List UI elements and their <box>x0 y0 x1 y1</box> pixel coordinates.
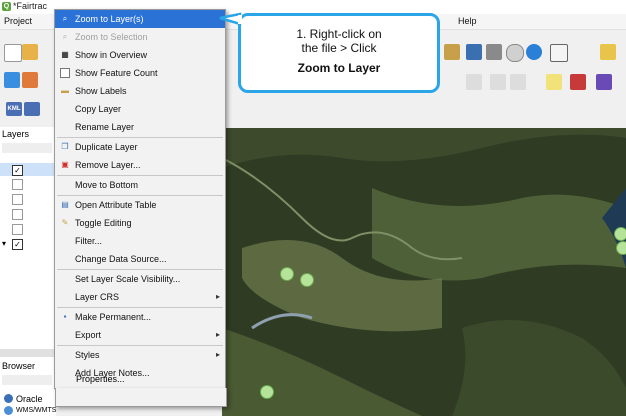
map-point-marker[interactable] <box>616 241 626 255</box>
layer-context-menu: ⌕ Zoom to Layer(s) ⌕ Zoom to Selection ▦… <box>54 9 226 389</box>
menu-item-filter[interactable]: Filter... <box>55 232 225 250</box>
open-project-icon[interactable] <box>22 44 38 60</box>
duplicate-icon: ❐ <box>61 142 69 151</box>
browser-item[interactable]: Oracle <box>16 394 43 404</box>
pan-map-icon[interactable] <box>4 72 20 88</box>
browser-panel-title: Browser <box>2 361 36 371</box>
map-point-marker[interactable] <box>280 267 294 281</box>
submenu-arrow-icon: ▸ <box>215 330 220 339</box>
globe-icon <box>4 406 13 415</box>
pencil-icon: ✎ <box>61 218 69 227</box>
menu-item-duplicate-layer[interactable]: ❐ Duplicate Layer <box>55 138 225 156</box>
layout-manager-icon[interactable] <box>486 44 502 60</box>
layer-tool-icon[interactable] <box>22 72 38 88</box>
layer-checkbox[interactable] <box>12 224 23 235</box>
menu-item-move-to-bottom[interactable]: Move to Bottom <box>55 176 225 194</box>
style-manager-icon[interactable] <box>466 44 482 60</box>
layers-panel-title: Layers <box>2 129 30 139</box>
qgis-logo-icon: Q <box>2 2 11 11</box>
layer-checkbox[interactable] <box>12 209 23 220</box>
menu-item-show-labels[interactable]: ▬ Show Labels <box>55 82 225 100</box>
map-point-marker[interactable] <box>300 273 314 287</box>
menu-item-make-permanent[interactable]: ▪ Make Permanent... <box>55 308 225 326</box>
menu-item-styles[interactable]: Styles ▸ <box>55 346 225 364</box>
submenu-arrow-icon: ▸ <box>215 292 220 301</box>
new-project-icon[interactable] <box>4 44 22 62</box>
refresh-icon[interactable] <box>526 44 542 60</box>
zoom-selection-icon: ⌕ <box>62 32 68 41</box>
feature-count-checkbox[interactable] <box>60 68 70 78</box>
zoom-layer-icon: ⌕ <box>62 14 68 23</box>
callout-text-line2: the file > Click <box>301 41 377 55</box>
print-layout-icon[interactable] <box>444 44 460 60</box>
identify-icon[interactable] <box>600 44 616 60</box>
menu-item-zoom-to-layer[interactable]: ⌕ Zoom to Layer(s) <box>55 10 225 28</box>
labels-icon: ▬ <box>61 86 69 95</box>
layer-checkbox[interactable]: ✓ <box>12 165 23 176</box>
undo-icon[interactable] <box>490 74 506 90</box>
menu-item-change-data-source[interactable]: Change Data Source... <box>55 250 225 268</box>
menu-item-layer-crs[interactable]: Layer CRS ▸ <box>55 288 225 306</box>
edit-tool-icon[interactable] <box>466 74 482 90</box>
menu-item-set-scale-visibility[interactable]: Set Layer Scale Visibility... <box>55 270 225 288</box>
kml-icon[interactable]: KML <box>6 102 22 116</box>
menu-item-toggle-editing[interactable]: ✎ Toggle Editing <box>55 214 225 232</box>
save-icon: ▪ <box>63 312 67 321</box>
menu-help[interactable]: Help <box>458 16 477 26</box>
browser-toolbar <box>2 375 52 385</box>
browser-item[interactable]: WMS/WMTS <box>16 407 56 414</box>
menu-project[interactable]: Project <box>4 16 32 26</box>
submenu-arrow-icon: ▸ <box>215 350 220 359</box>
label-tool-icon[interactable] <box>546 74 562 90</box>
kml2-icon[interactable] <box>24 102 40 116</box>
menu-item-remove-layer[interactable]: ▣ Remove Layer... <box>55 156 225 174</box>
layers-toolbar <box>2 143 52 153</box>
layer-checkbox[interactable] <box>12 194 23 205</box>
menu-item-copy-layer[interactable]: Copy Layer <box>55 100 225 118</box>
callout-text-line3: Zoom to Layer <box>297 61 381 75</box>
layer-row-selected[interactable]: ✓ <box>0 163 56 176</box>
menu-item-open-attribute-table[interactable]: ▤ Open Attribute Table <box>55 196 225 214</box>
instruction-callout: 1. Right-click on the file > Click Zoom … <box>238 13 440 93</box>
redo-icon[interactable] <box>510 74 526 90</box>
label-pin-icon[interactable] <box>570 74 586 90</box>
menu-item-show-in-overview[interactable]: ▦ Show in Overview <box>55 46 225 64</box>
menu-item-export[interactable]: Export ▸ <box>55 326 225 344</box>
time-icon[interactable] <box>506 44 524 62</box>
database-icon <box>4 394 13 403</box>
expand-arrow-icon[interactable]: ▾ <box>2 239 6 248</box>
layers-panel: Layers ✓ ▾ ✓ <box>0 127 57 357</box>
menu-item-zoom-to-selection[interactable]: ⌕ Zoom to Selection <box>55 28 225 46</box>
layers-scrollbar[interactable] <box>0 349 56 357</box>
remove-icon: ▣ <box>61 160 69 169</box>
layer-checkbox[interactable]: ✓ <box>12 239 23 250</box>
menu-item-rename-layer[interactable]: Rename Layer <box>55 118 225 136</box>
map-point-marker[interactable] <box>260 385 274 399</box>
layer-checkbox[interactable] <box>12 179 23 190</box>
label-move-icon[interactable] <box>596 74 612 90</box>
menu-item-properties[interactable]: Properties... <box>55 374 227 407</box>
callout-pointer <box>219 12 242 26</box>
map-point-marker[interactable] <box>614 227 626 241</box>
overview-icon: ▦ <box>61 50 69 59</box>
browser-panel: Browser Oracle WMS/WMTS <box>0 357 56 416</box>
map-canvas[interactable] <box>222 128 626 416</box>
window-title: *Fairtrac <box>13 1 48 11</box>
menu-item-show-feature-count[interactable]: Show Feature Count <box>55 64 225 82</box>
table-icon: ▤ <box>61 200 69 209</box>
select-features-icon[interactable] <box>550 44 568 62</box>
callout-text-line1: 1. Right-click on <box>296 27 382 41</box>
